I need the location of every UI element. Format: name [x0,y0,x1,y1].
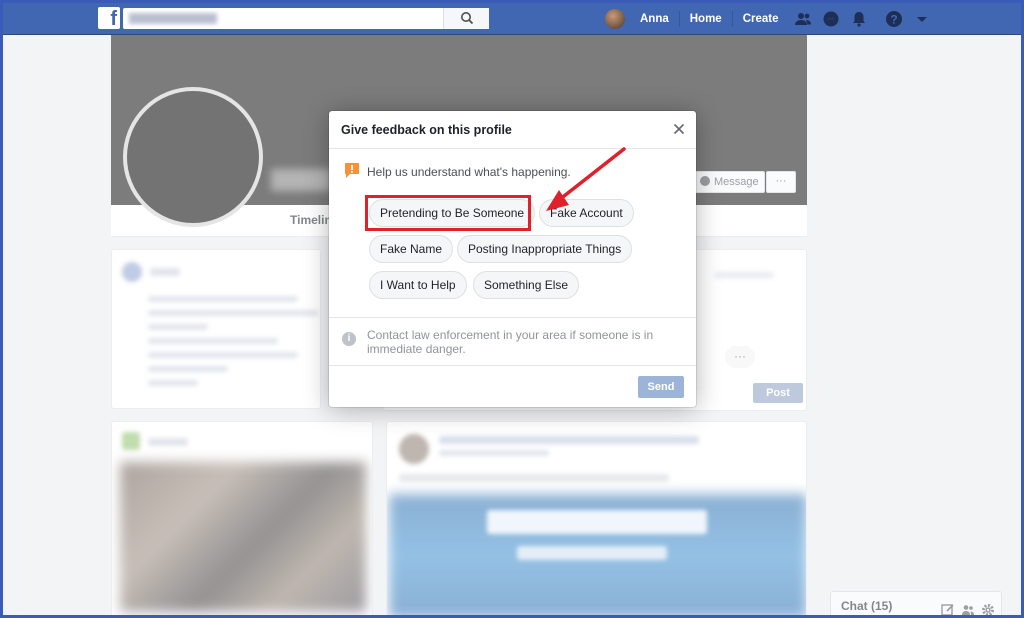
info-icon: i [342,332,356,346]
warning-icon [343,162,361,180]
browser-frame: f Anna Home Create ? Timelin Message ···… [3,3,1021,615]
nav-create-link[interactable]: Create [733,11,789,27]
search-input[interactable] [123,8,489,29]
red-highlight-box [365,195,531,231]
option-fake-name[interactable]: Fake Name [369,235,454,263]
user-avatar[interactable] [605,9,625,29]
nav-user-name[interactable]: Anna [630,11,680,27]
facebook-logo-icon[interactable]: f [98,7,120,29]
dialog-info-row: i Contact law enforcement in your area i… [329,317,696,365]
dialog-footer: Send [329,365,696,407]
svg-text:?: ? [890,13,897,27]
dialog-body: Help us understand what's happening. Pre… [329,149,696,325]
option-posting-inappropriate-things[interactable]: Posting Inappropriate Things [457,235,633,263]
feedback-dialog: Give feedback on this profile Help us un… [329,111,696,407]
option-i-want-to-help[interactable]: I Want to Help [369,271,467,299]
top-nav-bar: f Anna Home Create ? [3,3,1021,35]
send-button[interactable]: Send [638,376,684,398]
dialog-prompt: Help us understand what's happening. [367,165,571,179]
search-button[interactable] [443,8,489,29]
help-question-icon[interactable]: ? [885,10,903,28]
friend-requests-icon[interactable] [794,10,812,28]
info-text: Contact law enforcement in your area if … [367,328,654,356]
search-query-blurred [129,13,217,24]
dialog-header: Give feedback on this profile [329,111,696,149]
nav-right-group: Anna Home Create ? [605,3,936,35]
nav-home-link[interactable]: Home [680,11,733,27]
option-something-else[interactable]: Something Else [473,271,580,299]
option-fake-account[interactable]: Fake Account [539,199,634,227]
dialog-title: Give feedback on this profile [341,123,512,137]
messenger-icon[interactable] [822,10,840,28]
close-icon[interactable] [670,120,688,138]
search-icon [460,12,473,25]
notifications-bell-icon[interactable] [850,10,868,28]
account-menu-caret-icon[interactable] [913,10,931,28]
